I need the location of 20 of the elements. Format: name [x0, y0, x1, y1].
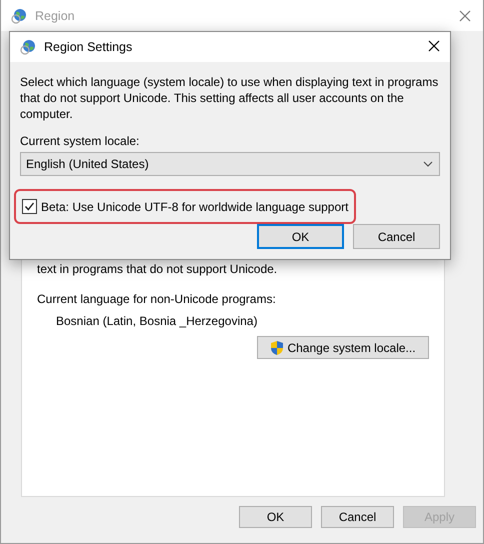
window-button[interactable]: OK	[239, 506, 312, 528]
change-locale-button[interactable]: Change system locale...	[257, 336, 429, 359]
dialog-button[interactable]: Cancel	[353, 224, 440, 249]
locale-label: Current system locale:	[20, 134, 140, 148]
shield-icon	[270, 340, 284, 356]
locale-dropdown[interactable]: English (United States)	[20, 152, 440, 176]
globe-icon	[20, 39, 36, 55]
info-text: text in programs that do not support Unicode.	[37, 262, 278, 276]
current-language-label: Current language for non-Unicode programs:	[37, 292, 277, 306]
current-language-value: Bosnian (Latin, Bosnia _Herzegovina)	[56, 314, 258, 328]
dialog-title: Region Settings	[44, 40, 134, 54]
dialog-button[interactable]: OK	[257, 224, 344, 249]
window-title: Region	[35, 8, 76, 22]
chevron-down-icon	[423, 161, 433, 167]
checkbox[interactable]	[22, 199, 37, 214]
window-button[interactable]: Cancel	[321, 506, 394, 528]
close-icon[interactable]	[428, 40, 440, 52]
description-text: Select which language (system locale) to use when displaying text in programs that do not support Unicode. This setting affects all user accounts on the computer.	[20, 74, 440, 122]
checkbox-label[interactable]: Beta: Use Unicode UTF-8 for worldwide language support	[41, 200, 348, 214]
globe-icon	[11, 8, 27, 24]
